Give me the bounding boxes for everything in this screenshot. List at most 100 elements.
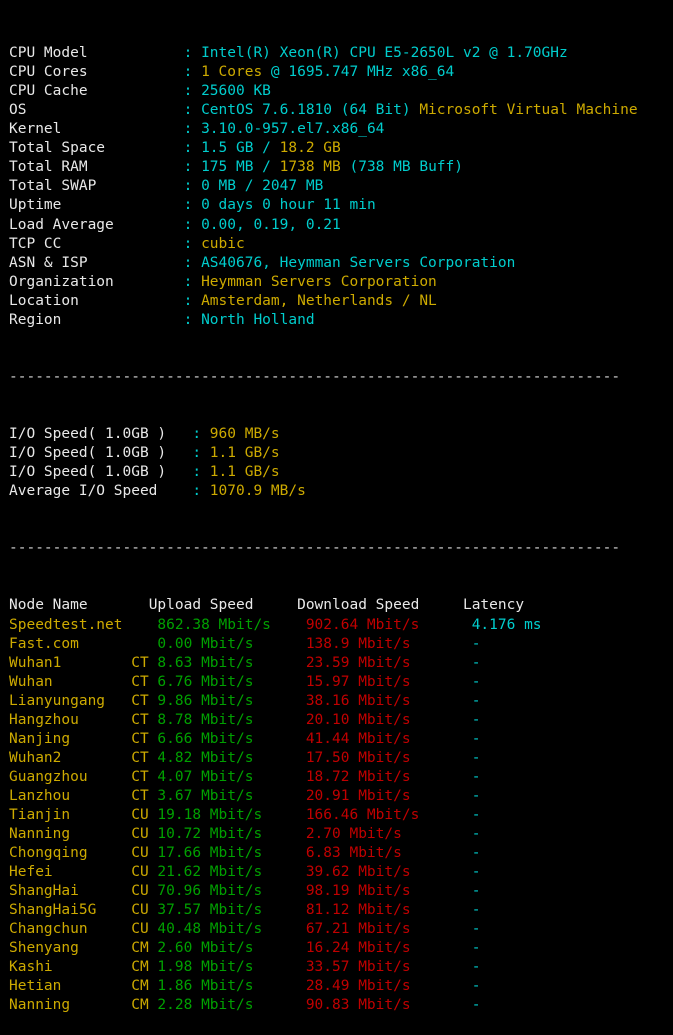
info-row: CPU Cores : 1 Cores @ 1695.747 MHz x86_6… bbox=[9, 63, 673, 82]
isp-code: CT bbox=[131, 654, 158, 671]
table-row: Tianjin CU 19.18 Mbit/s 166.46 Mbit/s - bbox=[9, 806, 673, 825]
info-label: TCP CC bbox=[9, 235, 184, 252]
info-label: Uptime bbox=[9, 197, 184, 214]
separator-line-bottom: ----------------------------------------… bbox=[9, 540, 621, 557]
download-speed: 17.50 Mbit/s bbox=[305, 749, 472, 766]
info-row: ASN & ISP : AS40676, Heymman Servers Cor… bbox=[9, 254, 673, 273]
upload-speed: 21.62 Mbit/s bbox=[157, 864, 306, 881]
node-name: Wuhan1 bbox=[9, 654, 132, 671]
info-row: Region : North Holland bbox=[9, 311, 673, 330]
info-value: CentOS 7.6.1810 (64 Bit) bbox=[201, 102, 420, 119]
info-value-accent: 18.2 GB bbox=[279, 140, 341, 157]
io-row: I/O Speed( 1.0GB ) : 1.1 GB/s bbox=[9, 444, 673, 463]
info-label: OS bbox=[9, 102, 184, 119]
column-header-node: Node Name bbox=[9, 597, 149, 614]
download-speed: 81.12 Mbit/s bbox=[305, 902, 472, 919]
isp-code bbox=[131, 635, 157, 654]
download-speed: 6.83 Mbit/s bbox=[305, 845, 472, 862]
latency-value: - bbox=[471, 978, 481, 995]
info-row: Organization : Heymman Servers Corporati… bbox=[9, 273, 673, 292]
info-colon: : bbox=[183, 292, 202, 309]
info-value-accent: @ 1695.747 MHz x86_64 bbox=[262, 64, 455, 81]
io-row: I/O Speed( 1.0GB ) : 960 MB/s bbox=[9, 425, 673, 444]
table-row: Nanning CM 2.28 Mbit/s 90.83 Mbit/s - bbox=[9, 996, 673, 1015]
download-speed: 90.83 Mbit/s bbox=[305, 997, 472, 1014]
table-row: Lianyungang CT 9.86 Mbit/s 38.16 Mbit/s … bbox=[9, 692, 673, 711]
info-value-extra: (738 MB Buff) bbox=[340, 159, 463, 176]
info-colon: : bbox=[183, 159, 202, 176]
io-row: I/O Speed( 1.0GB ) : 1.1 GB/s bbox=[9, 463, 673, 482]
isp-code: CM bbox=[131, 997, 158, 1014]
node-name: Tianjin bbox=[9, 806, 132, 823]
info-colon: : bbox=[183, 45, 202, 62]
info-label: Organization bbox=[9, 273, 184, 290]
latency-value: - bbox=[471, 921, 481, 938]
isp-code: CT bbox=[131, 768, 158, 785]
isp-code: CM bbox=[131, 959, 158, 976]
node-name: Changchun bbox=[9, 921, 132, 938]
upload-speed: 2.28 Mbit/s bbox=[157, 997, 306, 1014]
download-speed: 902.64 Mbit/s bbox=[305, 616, 472, 633]
latency-value: - bbox=[471, 787, 481, 804]
table-row: Wuhan1 CT 8.63 Mbit/s 23.59 Mbit/s - bbox=[9, 654, 673, 673]
info-label: CPU Cache bbox=[9, 83, 184, 100]
isp-code: CT bbox=[131, 673, 158, 690]
upload-speed: 4.07 Mbit/s bbox=[157, 768, 306, 785]
speedtest-block: Node Name Upload Speed Download Speed La… bbox=[9, 596, 673, 1015]
download-speed: 39.62 Mbit/s bbox=[305, 864, 472, 881]
node-name: ShangHai5G bbox=[9, 902, 132, 919]
download-speed: 98.19 Mbit/s bbox=[305, 883, 472, 900]
download-speed: 15.97 Mbit/s bbox=[305, 673, 472, 690]
isp-code: CT bbox=[131, 692, 158, 709]
info-row: TCP CC : cubic bbox=[9, 235, 673, 254]
info-colon: : bbox=[183, 311, 202, 328]
io-colon: : bbox=[192, 426, 210, 443]
isp-code: CT bbox=[131, 749, 158, 766]
io-value: 1070.9 MB/s bbox=[209, 483, 306, 500]
download-speed: 2.70 Mbit/s bbox=[305, 826, 472, 843]
info-colon: : bbox=[183, 254, 202, 271]
download-speed: 18.72 Mbit/s bbox=[305, 768, 472, 785]
table-row: Changchun CU 40.48 Mbit/s 67.21 Mbit/s - bbox=[9, 920, 673, 939]
info-row: Location : Amsterdam, Netherlands / NL bbox=[9, 292, 673, 311]
latency-value: - bbox=[471, 883, 481, 900]
latency-value: - bbox=[471, 826, 481, 843]
isp-code: CM bbox=[131, 940, 158, 957]
info-row: OS : CentOS 7.6.1810 (64 Bit) Microsoft … bbox=[9, 101, 673, 120]
info-row: Total Space : 1.5 GB / 18.2 GB bbox=[9, 139, 673, 158]
node-name: Nanning bbox=[9, 997, 132, 1014]
isp-code: CU bbox=[131, 864, 158, 881]
info-colon: : bbox=[183, 235, 202, 252]
latency-value: - bbox=[471, 940, 481, 957]
system-info-block: CPU Model : Intel(R) Xeon(R) CPU E5-2650… bbox=[9, 44, 673, 330]
info-colon: : bbox=[183, 121, 202, 138]
download-speed: 20.91 Mbit/s bbox=[305, 787, 472, 804]
download-speed: 67.21 Mbit/s bbox=[305, 921, 472, 938]
info-row: CPU Cache : 25600 KB bbox=[9, 82, 673, 101]
download-speed: 33.57 Mbit/s bbox=[305, 959, 472, 976]
table-row: Wuhan CT 6.76 Mbit/s 15.97 Mbit/s - bbox=[9, 673, 673, 692]
table-row: Wuhan2 CT 4.82 Mbit/s 17.50 Mbit/s - bbox=[9, 749, 673, 768]
info-row: Load Average : 0.00, 0.19, 0.21 bbox=[9, 216, 673, 235]
io-value: 1.1 GB/s bbox=[209, 445, 280, 462]
table-row: Guangzhou CT 4.07 Mbit/s 18.72 Mbit/s - bbox=[9, 768, 673, 787]
info-value: 25600 KB bbox=[201, 83, 271, 100]
info-value: 0.00, 0.19, 0.21 bbox=[201, 216, 341, 233]
download-speed: 20.10 Mbit/s bbox=[305, 711, 472, 728]
upload-speed: 862.38 Mbit/s bbox=[157, 616, 306, 633]
io-label: I/O Speed( 1.0GB ) bbox=[9, 445, 193, 462]
info-row: Total SWAP : 0 MB / 2047 MB bbox=[9, 177, 673, 196]
upload-speed: 40.48 Mbit/s bbox=[157, 921, 306, 938]
node-name: Kashi bbox=[9, 959, 132, 976]
node-name: ShangHai bbox=[9, 883, 132, 900]
table-row: Lanzhou CT 3.67 Mbit/s 20.91 Mbit/s - bbox=[9, 787, 673, 806]
info-label: CPU Cores bbox=[9, 64, 184, 81]
info-value: North Holland bbox=[201, 311, 315, 328]
info-label: Total RAM bbox=[9, 159, 184, 176]
info-value: AS40676, Heymman Servers Corporation bbox=[201, 254, 516, 271]
latency-value: - bbox=[471, 768, 481, 785]
upload-speed: 9.86 Mbit/s bbox=[157, 692, 306, 709]
info-row: Total RAM : 175 MB / 1738 MB (738 MB Buf… bbox=[9, 158, 673, 177]
info-row: Kernel : 3.10.0-957.el7.x86_64 bbox=[9, 120, 673, 139]
upload-speed: 19.18 Mbit/s bbox=[157, 806, 306, 823]
